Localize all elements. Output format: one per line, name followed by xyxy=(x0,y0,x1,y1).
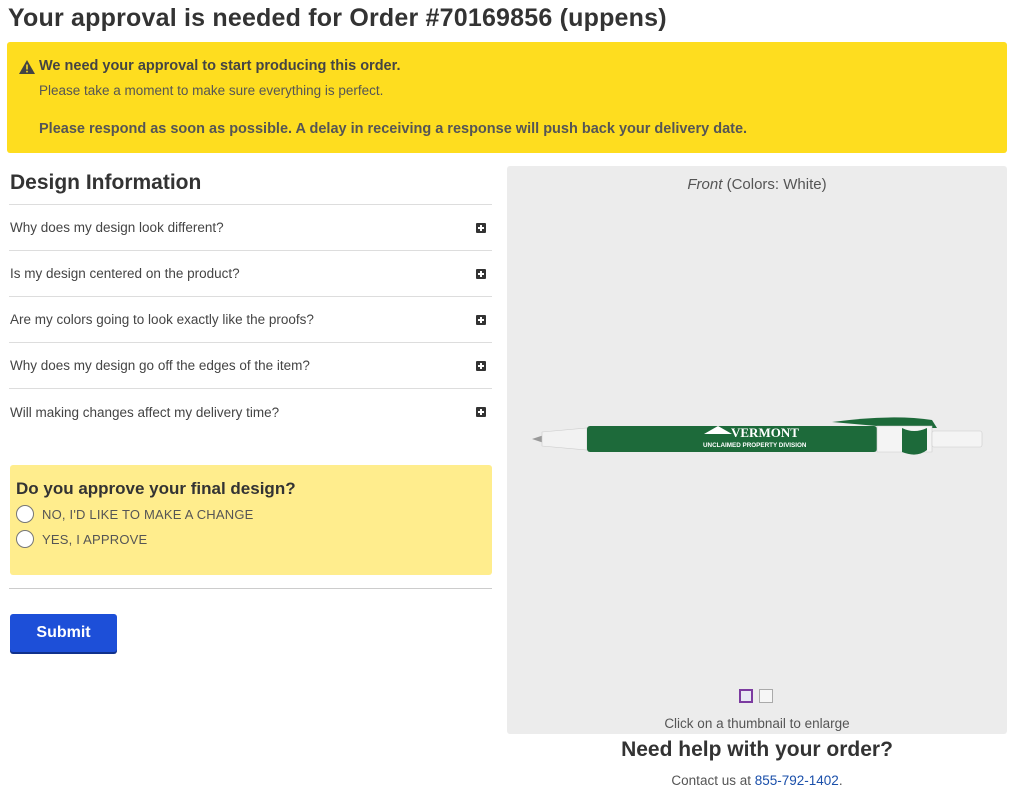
expand-plus-icon[interactable] xyxy=(476,360,486,371)
faq-question: Is my design centered on the product? xyxy=(10,266,240,281)
design-preview-panel: Front (Colors: White) VERMONT UNCLAIMED … xyxy=(507,166,1007,734)
faq-question: Are my colors going to look exactly like… xyxy=(10,312,314,327)
faq-question: Why does my design go off the edges of t… xyxy=(10,358,310,373)
contact-suffix: . xyxy=(838,773,843,788)
expand-plus-icon[interactable] xyxy=(476,314,486,325)
preview-side: Front xyxy=(687,176,723,193)
radio-label: NO, I'D LIKE TO MAKE A CHANGE xyxy=(42,506,254,522)
radio-circle[interactable] xyxy=(16,530,34,548)
warning-icon xyxy=(19,60,35,74)
expand-plus-icon[interactable] xyxy=(476,268,486,279)
approval-alert: We need your approval to start producing… xyxy=(7,42,1007,153)
thumbnail-back[interactable] xyxy=(759,689,773,703)
preview-colors: (Colors: White) xyxy=(726,176,827,193)
faq-item[interactable]: Why does my design go off the edges of t… xyxy=(9,343,492,389)
pen-subtitle-text: UNCLAIMED PROPERTY DIVISION xyxy=(703,442,807,449)
faq-item[interactable]: Are my colors going to look exactly like… xyxy=(9,297,492,343)
expand-plus-icon[interactable] xyxy=(476,222,486,233)
expand-plus-icon[interactable] xyxy=(476,407,486,417)
contact-prefix: Contact us at xyxy=(671,773,751,788)
approval-question: Do you approve your final design? xyxy=(16,479,296,498)
radio-circle[interactable] xyxy=(16,505,34,523)
faq-item[interactable]: Will making changes affect my delivery t… xyxy=(9,389,492,435)
faq-question: Will making changes affect my delivery t… xyxy=(10,404,280,420)
alert-headline: We need your approval to start producing… xyxy=(39,58,401,74)
radio-label: YES, I APPROVE xyxy=(42,531,148,547)
thumbnail-front[interactable] xyxy=(739,689,753,703)
faq-item[interactable]: Why does my design look different? xyxy=(9,205,492,251)
faq-item[interactable]: Is my design centered on the product? xyxy=(9,251,492,297)
divider xyxy=(9,588,492,589)
radio-approve[interactable]: YES, I APPROVE xyxy=(16,530,147,548)
preview-caption: Front (Colors: White) xyxy=(507,176,1007,193)
thumbnail-hint: Click on a thumbnail to enlarge xyxy=(664,716,850,731)
approval-box: Do you approve your final design? NO, I'… xyxy=(10,465,492,575)
radio-request-change[interactable]: NO, I'D LIKE TO MAKE A CHANGE xyxy=(16,505,254,523)
help-title: Need help with your order? xyxy=(621,738,893,761)
pen-product-image[interactable]: VERMONT UNCLAIMED PROPERTY DIVISION xyxy=(532,414,984,464)
submit-button[interactable]: Submit xyxy=(10,614,117,652)
alert-urgent-note: Please respond as soon as possible. A de… xyxy=(39,121,748,137)
pen-brand-text: VERMONT xyxy=(731,425,799,440)
thumbnail-strip xyxy=(739,689,773,703)
phone-link[interactable]: 855-792-1402 xyxy=(755,773,839,788)
faq-question: Why does my design look different? xyxy=(10,220,224,235)
contact-line: Contact us at 855-792-1402. xyxy=(507,773,1007,788)
faq-list: Why does my design look different? Is my… xyxy=(9,204,492,435)
page-title: Your approval is needed for Order #70169… xyxy=(8,4,667,32)
design-info-title: Design Information xyxy=(10,171,202,194)
alert-subtext: Please take a moment to make sure everyt… xyxy=(39,83,384,98)
